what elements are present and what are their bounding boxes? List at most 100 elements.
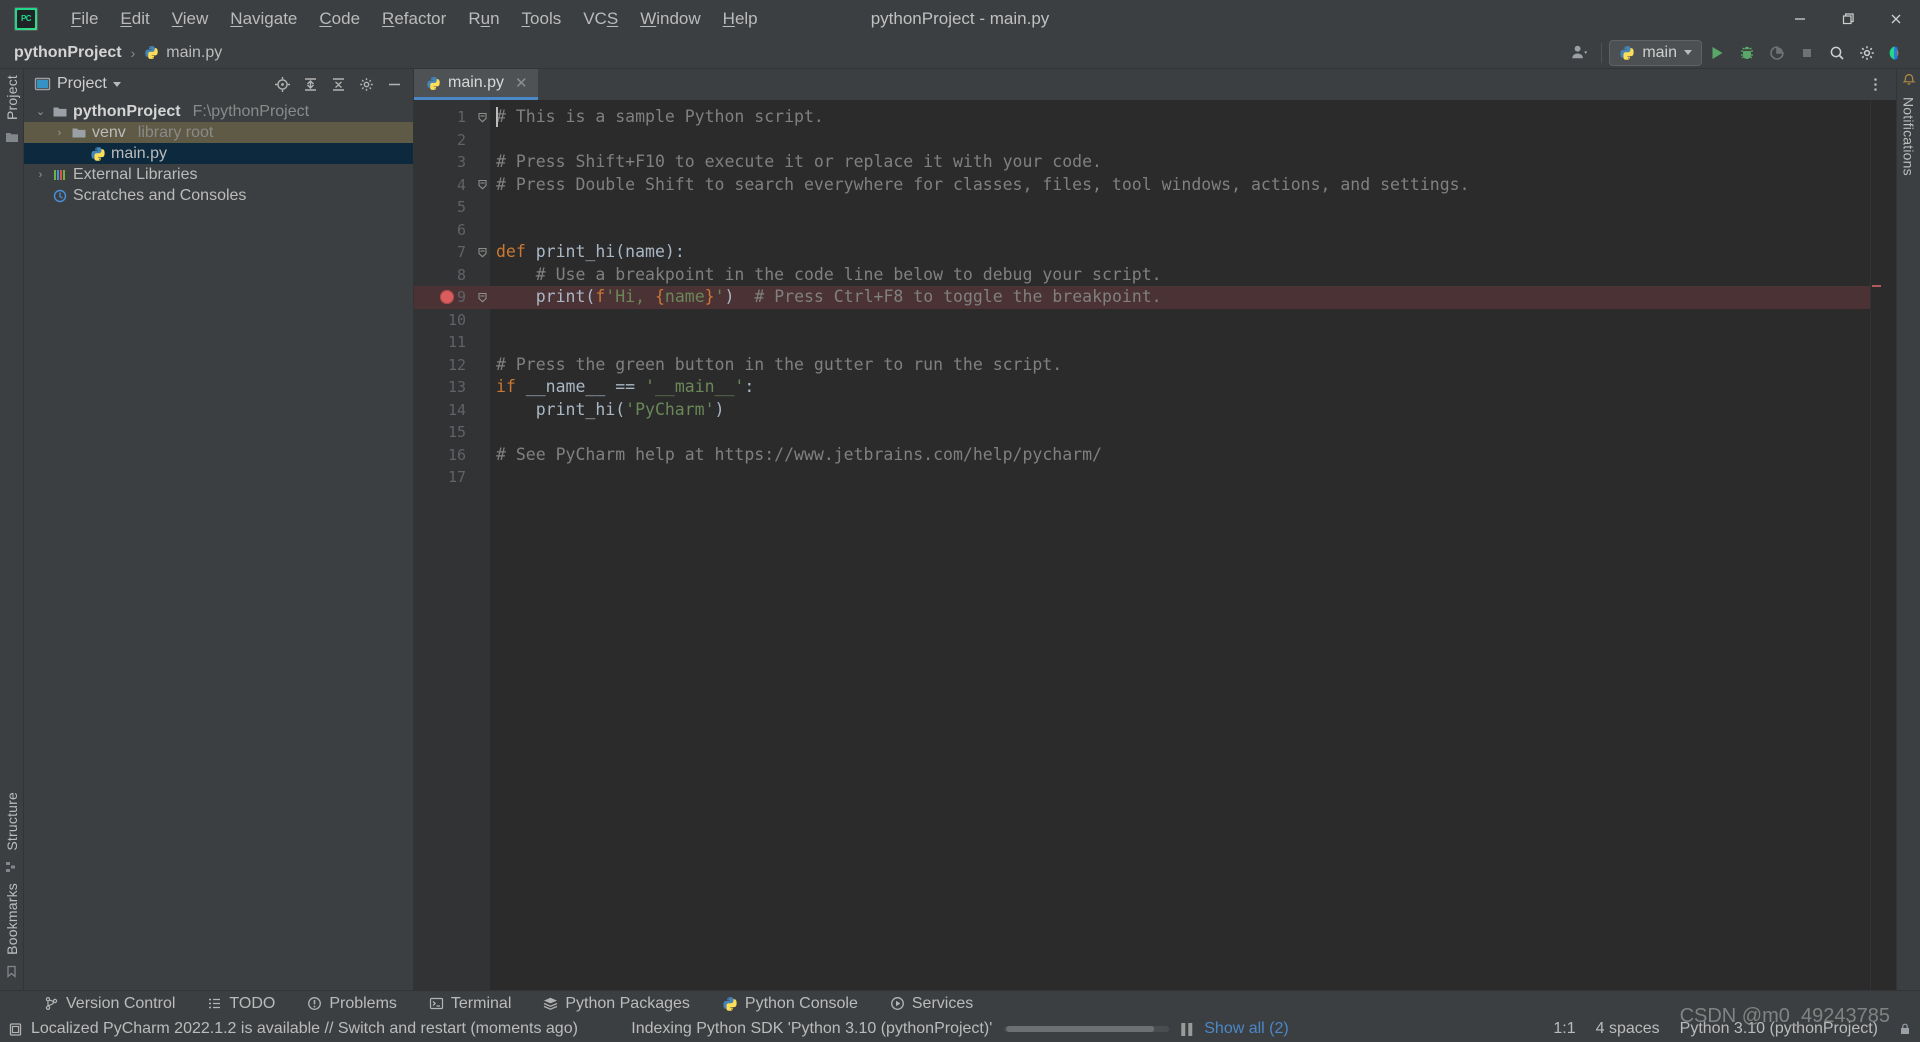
tool-window-button-problems[interactable]: Problems (291, 991, 413, 1017)
breadcrumb-file[interactable]: main.py (166, 44, 222, 62)
tool-window-button-services[interactable]: Services (874, 991, 989, 1017)
pause-icon[interactable] (1181, 1022, 1193, 1036)
collapse-all-icon[interactable] (325, 72, 351, 96)
maximize-restore-button[interactable] (1824, 0, 1872, 37)
fold-marker[interactable] (474, 286, 490, 309)
profile-icon[interactable] (1762, 40, 1792, 66)
code-line[interactable]: if __name__ == '__main__': (490, 376, 1870, 399)
line-number-gutter[interactable]: 1 2 3 4 5 6 7 8 9 10 11 12 13 14 15 16 17 (414, 100, 474, 990)
line-number[interactable]: 8 (414, 264, 474, 287)
code-line[interactable] (490, 331, 1870, 354)
tree-item-scratches-and-consoles[interactable]: Scratches and Consoles (24, 185, 413, 206)
code-line[interactable]: # Press Double Shift to search everywher… (490, 174, 1870, 197)
line-number[interactable]: 5 (414, 196, 474, 219)
breadcrumb-project[interactable]: pythonProject (14, 44, 122, 62)
stripe-button-notifications[interactable]: Notifications (1901, 91, 1917, 182)
line-number[interactable]: 13 (414, 376, 474, 399)
code-line[interactable] (490, 309, 1870, 332)
interpreter-selector[interactable]: Python 3.10 (pythonProject) (1680, 1020, 1878, 1038)
close-icon[interactable]: ✕ (515, 74, 528, 92)
code-content[interactable]: # This is a sample Python script. # Pres… (490, 100, 1870, 990)
code-line[interactable] (490, 466, 1870, 489)
code-line[interactable]: # Press the green button in the gutter t… (490, 354, 1870, 377)
code-line[interactable]: # Press Shift+F10 to execute it or repla… (490, 151, 1870, 174)
line-number[interactable]: 14 (414, 399, 474, 422)
menu-item-refactor[interactable]: Refactor (371, 6, 457, 32)
settings-icon[interactable] (1852, 40, 1882, 66)
menu-item-file[interactable]: File (60, 6, 109, 32)
menu-item-view[interactable]: View (161, 6, 220, 32)
structure-icon[interactable] (5, 860, 18, 873)
tool-window-button-python-console[interactable]: Python Console (706, 991, 874, 1017)
code-line[interactable] (490, 196, 1870, 219)
editor-scrollbar[interactable] (1882, 100, 1896, 990)
chevron-down-icon[interactable] (112, 81, 121, 87)
stop-icon[interactable] (1792, 40, 1822, 66)
code-line[interactable] (490, 129, 1870, 152)
code-line[interactable] (490, 421, 1870, 444)
tool-window-button-version-control[interactable]: Version Control (28, 991, 191, 1017)
lock-icon[interactable] (1898, 1022, 1912, 1036)
notifications-bell-icon[interactable] (1901, 73, 1916, 87)
more-options-icon[interactable] (1862, 73, 1888, 97)
fold-gutter[interactable] (474, 100, 490, 990)
caret-position[interactable]: 1:1 (1553, 1020, 1575, 1038)
chevron-down-icon[interactable]: ⌄ (34, 105, 47, 118)
tree-item-pythonproject[interactable]: ⌄ pythonProject F:\pythonProject (24, 101, 413, 122)
status-message[interactable]: Localized PyCharm 2022.1.2 is available … (31, 1020, 578, 1038)
tree-item-external-libraries[interactable]: › External Libraries (24, 164, 413, 185)
close-button[interactable] (1872, 0, 1920, 37)
line-number[interactable]: 16 (414, 444, 474, 467)
fold-marker[interactable] (474, 241, 490, 264)
code-editor[interactable]: 1 2 3 4 5 6 7 8 9 10 11 12 13 14 15 16 17 # This is a sa… (414, 100, 1896, 990)
menu-item-vcs[interactable]: VCS (572, 6, 629, 32)
code-line[interactable]: # This is a sample Python script. (490, 106, 1870, 129)
code-line[interactable]: print(f'Hi, {name}') # Press Ctrl+F8 to … (490, 286, 1870, 309)
indent-setting[interactable]: 4 spaces (1596, 1020, 1660, 1038)
line-number[interactable]: 6 (414, 219, 474, 242)
menu-item-navigate[interactable]: Navigate (219, 6, 308, 32)
notification-icon[interactable] (8, 1022, 23, 1037)
code-line[interactable]: print_hi('PyCharm') (490, 399, 1870, 422)
menu-item-help[interactable]: Help (712, 6, 769, 32)
menu-item-run[interactable]: Run (457, 6, 510, 32)
folder-icon[interactable] (5, 130, 19, 144)
line-number[interactable]: 10 (414, 309, 474, 332)
jetbrains-ai-icon[interactable] (1882, 40, 1912, 66)
line-number[interactable]: 17 (414, 466, 474, 489)
line-number[interactable]: 15 (414, 421, 474, 444)
line-number[interactable]: 7 (414, 241, 474, 264)
stripe-button-bookmarks[interactable]: Bookmarks (4, 877, 20, 961)
locate-icon[interactable] (269, 72, 295, 96)
expand-all-icon[interactable] (297, 72, 323, 96)
chevron-right-icon[interactable]: › (34, 169, 47, 181)
editor-marker-rail[interactable] (1870, 100, 1882, 990)
bookmark-icon[interactable] (5, 965, 18, 978)
menu-item-code[interactable]: Code (308, 6, 371, 32)
fold-marker[interactable] (474, 174, 490, 197)
breakpoint-marker[interactable] (1872, 285, 1881, 287)
hide-icon[interactable] (381, 72, 407, 96)
breakpoint-icon[interactable] (440, 290, 454, 304)
line-number[interactable]: 4 (414, 174, 474, 197)
editor-tab-main-py[interactable]: main.py ✕ (414, 69, 538, 100)
run-configuration-selector[interactable]: main (1609, 39, 1702, 66)
line-number[interactable]: 12 (414, 354, 474, 377)
line-number[interactable]: 1 (414, 106, 474, 129)
settings-icon[interactable] (353, 72, 379, 96)
line-number[interactable]: 11 (414, 331, 474, 354)
minimize-button[interactable] (1776, 0, 1824, 37)
line-number[interactable]: 2 (414, 129, 474, 152)
chevron-right-icon[interactable]: › (53, 127, 66, 139)
search-everywhere-icon[interactable] (1822, 40, 1852, 66)
user-avatar-icon[interactable] (1564, 40, 1594, 66)
tool-window-button-python-packages[interactable]: Python Packages (527, 991, 706, 1017)
tree-item-venv[interactable]: › venv library root (24, 122, 413, 143)
tool-window-button-terminal[interactable]: Terminal (413, 991, 527, 1017)
tree-item-main-py[interactable]: main.py (24, 143, 413, 164)
line-number[interactable]: 3 (414, 151, 474, 174)
run-icon[interactable] (1702, 40, 1732, 66)
code-line[interactable] (490, 219, 1870, 242)
code-line[interactable]: # Use a breakpoint in the code line belo… (490, 264, 1870, 287)
show-all-link[interactable]: Show all (2) (1204, 1020, 1288, 1038)
